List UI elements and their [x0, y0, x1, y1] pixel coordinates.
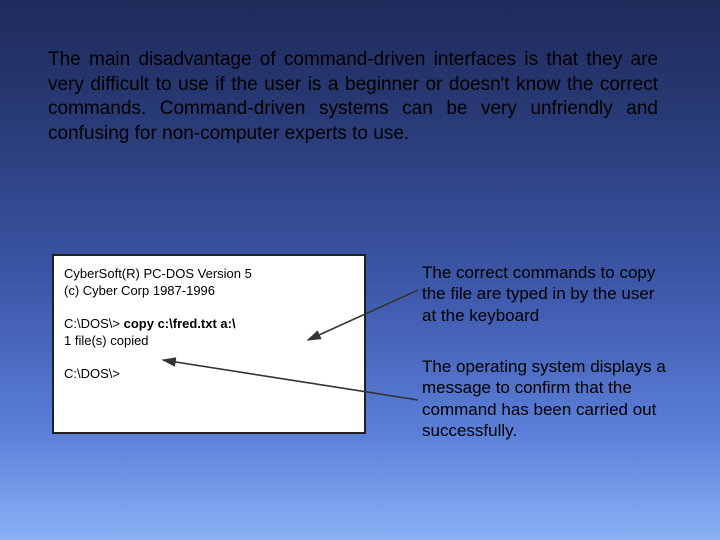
- terminal-response-line: 1 file(s) copied: [64, 333, 354, 348]
- slide: The main disadvantage of command-driven …: [0, 0, 720, 540]
- caption-command: The correct commands to copy the file ar…: [422, 262, 666, 326]
- terminal-prompt-1: C:\DOS\>: [64, 316, 124, 331]
- caption-response: The operating system displays a message …: [422, 356, 666, 441]
- terminal-typed-command: copy c:\fred.txt a:\: [124, 316, 236, 331]
- terminal-command-line: C:\DOS\> copy c:\fred.txt a:\: [64, 316, 354, 331]
- intro-paragraph: The main disadvantage of command-driven …: [48, 48, 658, 147]
- terminal-prompt-2: C:\DOS\>: [64, 366, 354, 381]
- terminal-line-1: CyberSoft(R) PC-DOS Version 5: [64, 266, 354, 281]
- terminal-line-2: (c) Cyber Corp 1987-1996: [64, 283, 354, 298]
- terminal-window: CyberSoft(R) PC-DOS Version 5 (c) Cyber …: [52, 254, 366, 434]
